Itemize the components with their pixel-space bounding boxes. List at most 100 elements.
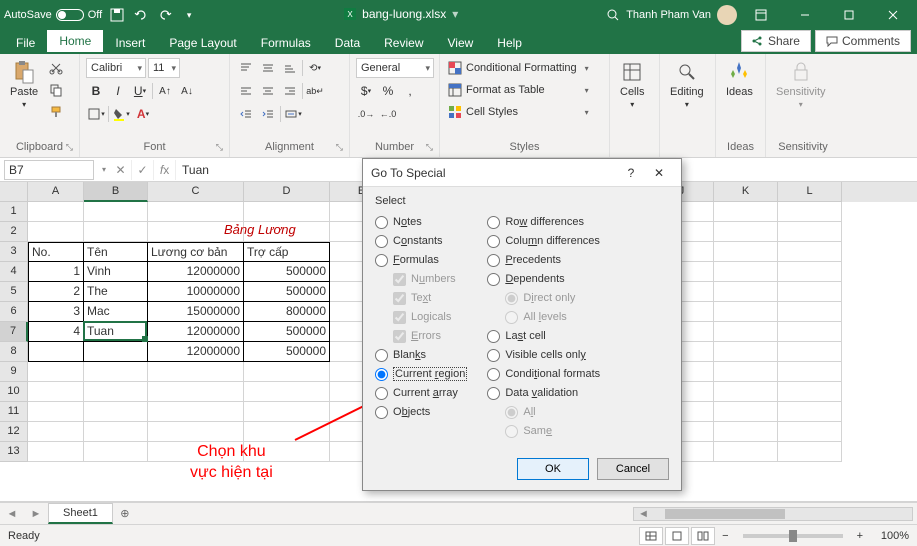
cell[interactable] xyxy=(148,382,244,402)
cell[interactable] xyxy=(28,402,84,422)
cell[interactable] xyxy=(28,202,84,222)
sheet-tab-sheet1[interactable]: Sheet1 xyxy=(48,503,113,524)
cell[interactable] xyxy=(28,222,84,242)
merge-center-icon[interactable]: ▾ xyxy=(283,104,303,124)
cell[interactable] xyxy=(84,422,148,442)
add-sheet-icon[interactable]: ⊕ xyxy=(113,507,137,520)
row-header-13[interactable]: 13 xyxy=(0,442,28,462)
opt-visible-cells[interactable]: Visible cells only xyxy=(487,346,600,364)
name-box[interactable]: B7 xyxy=(4,160,94,180)
cell[interactable] xyxy=(244,202,330,222)
cell[interactable]: Vinh xyxy=(84,262,148,282)
row-header-11[interactable]: 11 xyxy=(0,402,28,422)
cell[interactable]: 12000000 xyxy=(148,322,244,342)
editing-button[interactable]: Editing▾ xyxy=(666,58,708,111)
cell[interactable]: 2 xyxy=(28,282,84,302)
comments-button[interactable]: Comments xyxy=(815,30,911,52)
cell-styles-button[interactable]: Cell Styles xyxy=(446,102,591,122)
cell[interactable] xyxy=(84,442,148,462)
font-launcher-icon[interactable]: ⤡ xyxy=(216,142,223,153)
dialog-help-icon[interactable]: ? xyxy=(617,166,645,180)
cell[interactable] xyxy=(778,442,842,462)
ribbon-display-icon[interactable] xyxy=(741,0,781,30)
percent-format-icon[interactable]: % xyxy=(378,81,398,101)
col-header-L[interactable]: L xyxy=(778,182,842,202)
clipboard-launcher-icon[interactable]: ⤡ xyxy=(66,142,73,153)
cell[interactable] xyxy=(244,402,330,422)
cell[interactable] xyxy=(84,402,148,422)
cell[interactable] xyxy=(148,422,244,442)
opt-column-differences[interactable]: Column differences xyxy=(487,232,600,250)
fill-color-icon[interactable]: ▾ xyxy=(111,104,131,124)
minimize-icon[interactable] xyxy=(785,0,825,30)
col-header-C[interactable]: C xyxy=(148,182,244,202)
cell[interactable] xyxy=(28,342,84,362)
cell[interactable] xyxy=(778,302,842,322)
cut-icon[interactable] xyxy=(46,58,66,78)
cancel-button[interactable]: Cancel xyxy=(597,458,669,480)
redo-icon[interactable] xyxy=(156,6,174,24)
number-launcher-icon[interactable]: ⤡ xyxy=(426,142,433,153)
autosave-toggle[interactable]: AutoSave Off xyxy=(4,9,102,21)
opt-current-array[interactable]: Current array xyxy=(375,384,467,402)
comma-format-icon[interactable]: , xyxy=(400,81,420,101)
tab-help[interactable]: Help xyxy=(485,32,534,54)
zoom-level[interactable]: 100% xyxy=(869,530,909,542)
cell[interactable]: 500000 xyxy=(244,262,330,282)
cell[interactable] xyxy=(714,342,778,362)
row-header-10[interactable]: 10 xyxy=(0,382,28,402)
col-header-K[interactable]: K xyxy=(714,182,778,202)
zoom-slider[interactable] xyxy=(743,534,843,538)
cell[interactable] xyxy=(714,282,778,302)
tab-home[interactable]: Home xyxy=(47,30,103,54)
cell[interactable]: 500000 xyxy=(244,342,330,362)
tab-review[interactable]: Review xyxy=(372,32,435,54)
font-size-combo[interactable]: 11 xyxy=(148,58,180,78)
cell[interactable]: No. xyxy=(28,242,84,262)
cell[interactable]: 1 xyxy=(28,262,84,282)
opt-last-cell[interactable]: Last cell xyxy=(487,327,600,345)
cell[interactable] xyxy=(148,362,244,382)
cells-button[interactable]: Cells▾ xyxy=(616,58,648,111)
row-header-1[interactable]: 1 xyxy=(0,202,28,222)
borders-icon[interactable]: ▾ xyxy=(86,104,106,124)
undo-icon[interactable] xyxy=(132,6,150,24)
cell[interactable] xyxy=(28,442,84,462)
cell[interactable] xyxy=(84,202,148,222)
row-header-7[interactable]: 7 xyxy=(0,322,28,342)
cell[interactable] xyxy=(714,302,778,322)
underline-button[interactable]: U▾ xyxy=(130,81,150,101)
tab-page-layout[interactable]: Page Layout xyxy=(157,32,248,54)
close-icon[interactable] xyxy=(873,0,913,30)
align-bottom-icon[interactable] xyxy=(280,58,300,78)
cell[interactable] xyxy=(28,382,84,402)
col-header-D[interactable]: D xyxy=(244,182,330,202)
opt-current-region[interactable]: Current region xyxy=(375,365,467,383)
normal-view-icon[interactable] xyxy=(639,527,663,545)
sensitivity-button[interactable]: Sensitivity▾ xyxy=(772,58,830,111)
conditional-formatting-button[interactable]: Conditional Formatting xyxy=(446,58,591,78)
zoom-in-icon[interactable]: + xyxy=(851,530,869,542)
cell[interactable] xyxy=(714,222,778,242)
increase-decimal-icon[interactable]: .0→ xyxy=(356,104,376,124)
wrap-text-icon[interactable]: ab↵ xyxy=(305,81,325,101)
format-painter-icon[interactable] xyxy=(46,102,66,122)
decrease-decimal-icon[interactable]: ←.0 xyxy=(378,104,398,124)
col-header-A[interactable]: A xyxy=(28,182,84,202)
opt-notes[interactable]: Notes xyxy=(375,213,467,231)
cell[interactable]: Lương cơ bản xyxy=(148,242,244,262)
row-header-2[interactable]: 2 xyxy=(0,222,28,242)
decrease-indent-icon[interactable] xyxy=(236,104,256,124)
user-account[interactable]: Thanh Pham Van xyxy=(626,5,737,25)
cell[interactable] xyxy=(778,202,842,222)
tab-formulas[interactable]: Formulas xyxy=(249,32,323,54)
cell[interactable] xyxy=(714,202,778,222)
ok-button[interactable]: OK xyxy=(517,458,589,480)
row-header-8[interactable]: 8 xyxy=(0,342,28,362)
cell[interactable] xyxy=(84,382,148,402)
opt-dependents[interactable]: Dependents xyxy=(487,270,600,288)
cell[interactable] xyxy=(778,222,842,242)
select-all-corner[interactable] xyxy=(0,182,28,202)
opt-constants[interactable]: Constants xyxy=(375,232,467,250)
cell[interactable] xyxy=(778,282,842,302)
